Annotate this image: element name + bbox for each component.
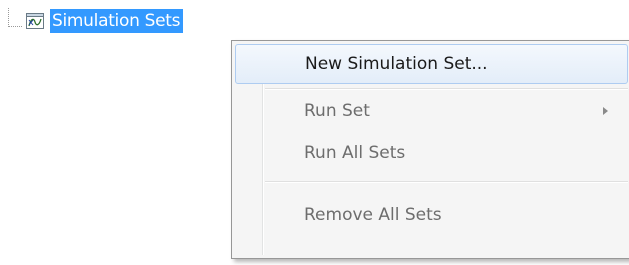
menu-item-run-set[interactable]: Run Set <box>235 92 628 132</box>
context-menu: New Simulation Set... Run Set Run All Se… <box>231 40 629 259</box>
menu-item-label: Remove All Sets <box>304 205 442 225</box>
menu-item-remove-all-sets[interactable]: Remove All Sets <box>235 196 628 236</box>
menu-item-label: Run All Sets <box>304 143 406 163</box>
window: Simulation Sets New Simulation Set... Ru… <box>0 0 629 265</box>
menu-item-run-all-sets[interactable]: Run All Sets <box>235 134 628 174</box>
tree-node-simulation-sets[interactable]: Simulation Sets <box>26 9 184 33</box>
menu-item-new-simulation-set[interactable]: New Simulation Set... <box>235 44 628 84</box>
submenu-arrow-icon <box>603 107 608 115</box>
menu-separator <box>265 181 628 183</box>
simulation-set-icon <box>26 13 44 29</box>
tree-node-label[interactable]: Simulation Sets <box>50 9 184 33</box>
tree-connector-line <box>8 8 22 27</box>
menu-separator <box>265 88 628 90</box>
menu-item-label: Run Set <box>304 101 370 121</box>
menu-item-label: New Simulation Set... <box>305 54 488 74</box>
